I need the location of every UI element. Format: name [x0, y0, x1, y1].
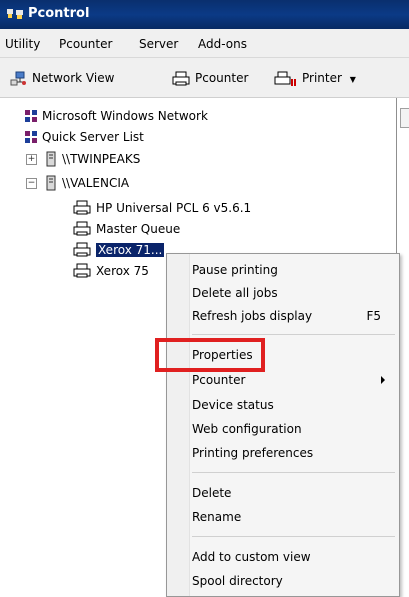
- menu-item-printing-preferences[interactable]: Printing preferences: [192, 442, 397, 464]
- expand-plus-icon[interactable]: +: [26, 154, 37, 165]
- printer-icon: [73, 263, 91, 277]
- tree-node-twinpeaks[interactable]: \\TWINPEAKS: [44, 149, 140, 167]
- network-view-label: Network View: [32, 71, 115, 85]
- menu-item-label: Rename: [192, 510, 242, 524]
- network-icon: [10, 71, 26, 85]
- printer-red-icon: [274, 71, 296, 86]
- menu-item-web-configuration[interactable]: Web configuration: [192, 418, 397, 440]
- tree-node-printer[interactable]: Master Queue: [72, 219, 180, 237]
- server-icon: [46, 151, 56, 166]
- dropdown-arrow-icon: ▼: [349, 75, 356, 84]
- menu-item-pcounter[interactable]: Pcounter: [192, 369, 397, 391]
- menu-item-pause-printing[interactable]: Pause printing: [192, 259, 397, 281]
- collapse-minus-icon[interactable]: −: [26, 178, 37, 189]
- menu-item-refresh-jobs-display[interactable]: Refresh jobs display F5: [192, 305, 397, 327]
- menu-item-rename[interactable]: Rename: [192, 506, 397, 528]
- tree-node-quick-server-list[interactable]: Quick Server List: [24, 127, 144, 145]
- menu-item-delete-all-jobs[interactable]: Delete all jobs: [192, 282, 397, 304]
- printer-label: Printer: [302, 71, 342, 85]
- submenu-arrow-icon: [381, 376, 385, 384]
- pcounter-label: Pcounter: [195, 71, 249, 85]
- menu-item-device-status[interactable]: Device status: [192, 394, 397, 416]
- menu-item-label: Delete all jobs: [192, 286, 278, 300]
- menu-item-label: Pause printing: [192, 263, 278, 277]
- printer-icon: [73, 242, 91, 256]
- menu-bar: Utility Pcounter Server Add-ons: [0, 29, 409, 58]
- network-view-button[interactable]: Network View: [10, 68, 114, 88]
- menu-gutter: [167, 254, 190, 596]
- tree-node-microsoft-windows-network[interactable]: Microsoft Windows Network: [24, 106, 208, 124]
- tree-node-valencia[interactable]: \\VALENCIA: [44, 173, 129, 191]
- tree-label: Microsoft Windows Network: [42, 108, 208, 123]
- menu-item-label: Refresh jobs display: [192, 309, 313, 323]
- printer-icon: [73, 200, 91, 214]
- menu-item-label: Web configuration: [192, 422, 302, 436]
- menu-item-spool-directory[interactable]: Spool directory: [192, 570, 397, 592]
- network-grid-icon: [25, 109, 37, 122]
- menu-item-add-to-custom-view[interactable]: Add to custom view: [192, 546, 397, 568]
- tree-node-printer[interactable]: HP Universal PCL 6 v5.6.1: [72, 198, 251, 216]
- tree-label: Master Queue: [96, 221, 181, 236]
- menu-separator: [192, 334, 395, 335]
- tree-label: \\VALENCIA: [62, 175, 130, 190]
- properties-highlight-box: [155, 338, 265, 372]
- menu-item-label: Pcounter: [192, 373, 246, 387]
- printer-menu-button[interactable]: Printer ▼: [274, 68, 356, 88]
- tree-label: Xerox 75: [96, 263, 149, 278]
- tree-node-printer[interactable]: Xerox 75: [72, 261, 149, 279]
- menu-item-label: Printing preferences: [192, 446, 314, 460]
- context-menu: Pause printing Delete all jobs Refresh j…: [166, 253, 400, 597]
- network-grid-icon: [25, 130, 37, 143]
- column-header[interactable]: [400, 108, 409, 128]
- menu-item-label: Device status: [192, 398, 274, 412]
- menu-add-ons[interactable]: Add-ons: [198, 36, 247, 52]
- server-icon: [46, 175, 56, 190]
- window-title: Pcontrol: [28, 6, 90, 21]
- menu-server[interactable]: Server: [139, 36, 178, 52]
- tree-label: Quick Server List: [42, 129, 144, 144]
- menu-item-label: Add to custom view: [192, 550, 311, 564]
- tree-node-printer-selected[interactable]: Xerox 71...: [72, 240, 165, 258]
- menu-item-label: Delete: [192, 486, 232, 500]
- title-bar: Pcontrol: [0, 0, 409, 29]
- menu-item-label: Spool directory: [192, 574, 283, 588]
- menu-utility[interactable]: Utility: [5, 36, 40, 52]
- menu-separator: [192, 472, 395, 473]
- pcounter-button[interactable]: Pcounter: [171, 68, 248, 88]
- toolbar: Network View Pcounter Printer ▼: [0, 58, 409, 98]
- printer-icon: [73, 221, 91, 235]
- menu-item-delete[interactable]: Delete: [192, 482, 397, 504]
- printer-icon: [172, 71, 190, 85]
- shortcut-label: F5: [366, 309, 381, 323]
- pcontrol-app-icon: [7, 7, 25, 21]
- tree-label: HP Universal PCL 6 v5.6.1: [96, 200, 252, 215]
- tree-label-selected: Xerox 71...: [96, 242, 165, 257]
- tree-label: \\TWINPEAKS: [62, 151, 141, 166]
- menu-separator: [192, 536, 395, 537]
- menu-pcounter[interactable]: Pcounter: [59, 36, 112, 52]
